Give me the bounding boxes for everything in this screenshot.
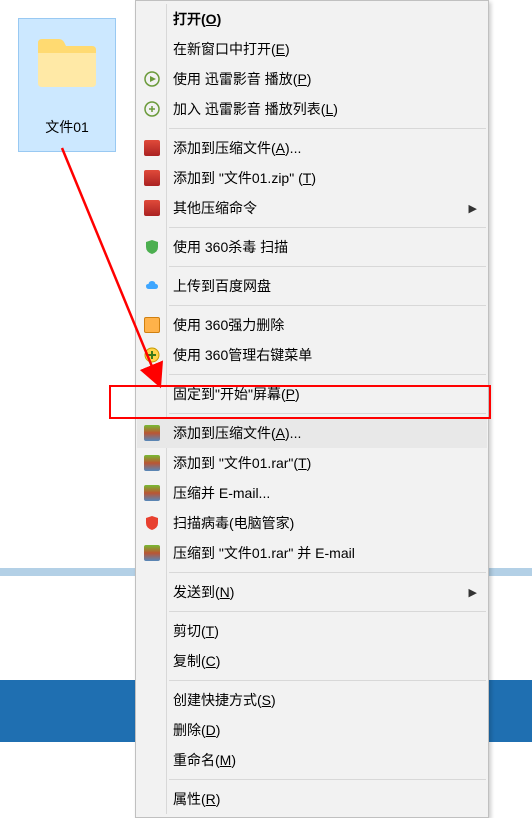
menu-copy[interactable]: 复制(C): [137, 646, 487, 676]
menu-add-archive-2345[interactable]: 添加到压缩文件(A)...: [137, 133, 487, 163]
menu-360-right-menu[interactable]: 使用 360管理右键菜单: [137, 340, 487, 370]
winrar-icon: [143, 454, 161, 472]
menu-label: 添加到压缩文件(A)...: [173, 423, 447, 443]
winrar-icon: [143, 484, 161, 502]
menu-360-force-delete[interactable]: 使用 360强力删除: [137, 310, 487, 340]
menu-label: 固定到"开始"屏幕(P): [173, 384, 447, 404]
separator: [169, 572, 486, 573]
menu-label: 在新窗口中打开(E): [173, 39, 447, 59]
menu-label: 添加到压缩文件(A)...: [173, 138, 447, 158]
menu-open-new-window[interactable]: 在新窗口中打开(E): [137, 34, 487, 64]
menu-label: 加入 迅雷影音 播放列表(L): [173, 99, 447, 119]
separator: [169, 227, 486, 228]
menu-label: 剪切(T): [173, 621, 447, 641]
menu-label: 打开(O): [173, 9, 447, 29]
folder-icon: [35, 33, 99, 89]
menu-scan-virus[interactable]: 扫描病毒(电脑管家): [137, 508, 487, 538]
menu-add-zip[interactable]: 添加到 "文件01.zip" (T): [137, 163, 487, 193]
menu-label: 创建快捷方式(S): [173, 690, 447, 710]
folder-label: 文件01: [45, 117, 89, 137]
shield-icon: [143, 238, 161, 256]
menu-label: 发送到(N): [173, 582, 447, 602]
submenu-arrow-icon: ▶: [469, 202, 477, 215]
context-menu: 打开(O) 在新窗口中打开(E) 使用 迅雷影音 播放(P) 加入 迅雷影音 播…: [135, 0, 489, 818]
separator: [169, 680, 486, 681]
separator: [169, 611, 486, 612]
menu-label: 添加到 "文件01.rar"(T): [173, 453, 447, 473]
separator: [169, 305, 486, 306]
menu-label: 使用 迅雷影音 播放(P): [173, 69, 447, 89]
winrar-icon: [143, 424, 161, 442]
menu-label: 扫描病毒(电脑管家): [173, 513, 447, 533]
menu-delete[interactable]: 删除(D): [137, 715, 487, 745]
menu-create-shortcut[interactable]: 创建快捷方式(S): [137, 685, 487, 715]
menu-zip-rar-email[interactable]: 压缩到 "文件01.rar" 并 E-mail: [137, 538, 487, 568]
menu-baidu-upload[interactable]: 上传到百度网盘: [137, 271, 487, 301]
menu-xunlei-play[interactable]: 使用 迅雷影音 播放(P): [137, 64, 487, 94]
menu-label: 删除(D): [173, 720, 447, 740]
menu-label: 重命名(M): [173, 750, 447, 770]
playlist-icon: [143, 100, 161, 118]
menu-add-archive-winrar[interactable]: 添加到压缩文件(A)...: [137, 418, 487, 448]
shredder-icon: [143, 316, 161, 334]
menu-rename[interactable]: 重命名(M): [137, 745, 487, 775]
menu-label: 复制(C): [173, 651, 447, 671]
menu-label: 使用 360杀毒 扫描: [173, 237, 447, 257]
submenu-arrow-icon: ▶: [469, 586, 477, 599]
winrar-icon: [143, 544, 161, 562]
folder-item[interactable]: 文件01: [18, 18, 116, 152]
menu-properties[interactable]: 属性(R): [137, 784, 487, 814]
menu-pin-start[interactable]: 固定到"开始"屏幕(P): [137, 379, 487, 409]
menu-open[interactable]: 打开(O): [137, 4, 487, 34]
menu-label: 压缩到 "文件01.rar" 并 E-mail: [173, 543, 447, 563]
menu-label: 使用 360强力删除: [173, 315, 447, 335]
menu-send-to[interactable]: 发送到(N) ▶: [137, 577, 487, 607]
menu-label: 属性(R): [173, 789, 447, 809]
plus-icon: [143, 346, 161, 364]
menu-label: 压缩并 E-mail...: [173, 483, 447, 503]
menu-label: 上传到百度网盘: [173, 276, 447, 296]
menu-zip-email[interactable]: 压缩并 E-mail...: [137, 478, 487, 508]
archive-icon: [143, 169, 161, 187]
menu-label: 其他压缩命令: [173, 198, 447, 218]
menu-label: 添加到 "文件01.zip" (T): [173, 168, 447, 188]
menu-360-scan[interactable]: 使用 360杀毒 扫描: [137, 232, 487, 262]
archive-icon: [143, 139, 161, 157]
menu-add-rar[interactable]: 添加到 "文件01.rar"(T): [137, 448, 487, 478]
separator: [169, 779, 486, 780]
separator: [169, 374, 486, 375]
separator: [169, 413, 486, 414]
archive-icon: [143, 199, 161, 217]
play-icon: [143, 70, 161, 88]
menu-label: 使用 360管理右键菜单: [173, 345, 447, 365]
separator: [169, 128, 486, 129]
separator: [169, 266, 486, 267]
menu-cut[interactable]: 剪切(T): [137, 616, 487, 646]
menu-xunlei-playlist[interactable]: 加入 迅雷影音 播放列表(L): [137, 94, 487, 124]
cloud-icon: [143, 277, 161, 295]
shield-icon: [143, 514, 161, 532]
menu-other-compress[interactable]: 其他压缩命令 ▶: [137, 193, 487, 223]
